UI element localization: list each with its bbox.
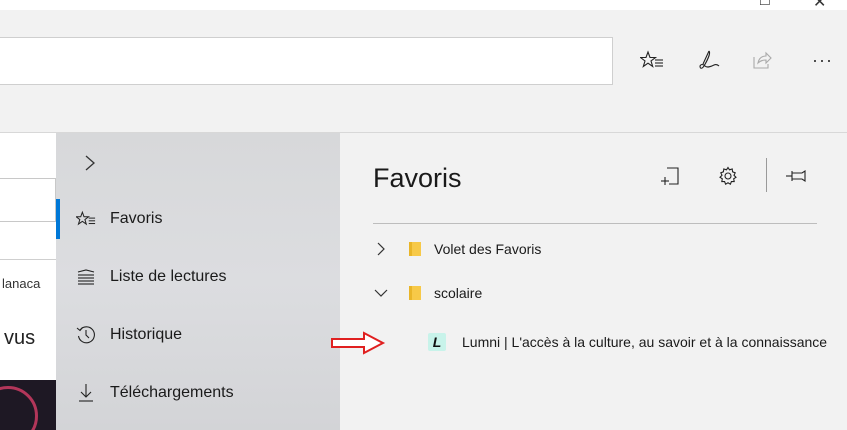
- settings-gear-icon[interactable]: [717, 165, 739, 187]
- folder-icon: [408, 241, 422, 257]
- title-bar: □ ✕: [0, 0, 847, 11]
- hub-item-label: Historique: [110, 326, 183, 343]
- reading-list-icon: [76, 267, 96, 287]
- web-page-background: lanaca vus: [0, 133, 56, 430]
- tree-item-label: Volet des Favoris: [434, 241, 542, 257]
- chevron-down-icon[interactable]: [374, 286, 388, 300]
- hub-item-reading-list[interactable]: Liste de lectures: [56, 252, 340, 302]
- favorites-star-icon[interactable]: [640, 46, 664, 74]
- history-icon: [76, 325, 96, 345]
- tree-item-label: scolaire: [434, 285, 483, 301]
- hub-item-telechargements[interactable]: Téléchargements: [56, 368, 340, 418]
- hub-item-historique[interactable]: Historique: [56, 310, 340, 360]
- lumni-favicon-icon: L: [428, 333, 446, 351]
- annotation-arrow-icon: [331, 331, 386, 355]
- tree-item-scolaire[interactable]: scolaire: [340, 278, 847, 308]
- download-icon: [76, 383, 96, 403]
- panel-divider: [373, 223, 817, 224]
- hub-item-label: Téléchargements: [110, 384, 234, 401]
- address-bar[interactable]: [0, 37, 613, 85]
- chevron-right-icon[interactable]: [374, 242, 388, 256]
- maximize-button[interactable]: □: [760, 0, 770, 10]
- page-text-fragment: lanaca: [2, 276, 41, 291]
- tree-item-volet-des-favoris[interactable]: Volet des Favoris: [340, 234, 847, 264]
- share-icon[interactable]: [752, 46, 772, 74]
- page-divider: [0, 259, 56, 260]
- favorite-link-label: Lumni | L'accès à la culture, au savoir …: [462, 334, 828, 350]
- favorites-star-icon: [76, 209, 96, 229]
- more-icon[interactable]: ···: [812, 46, 833, 74]
- panel-title: Favoris: [373, 163, 462, 193]
- page-heading-fragment: vus: [4, 327, 36, 349]
- open-folder-icon: [408, 285, 422, 301]
- favorite-link-lumni[interactable]: L Lumni | L'accès à la culture, au savoi…: [340, 327, 847, 357]
- expand-chevron-icon[interactable]: [82, 155, 98, 171]
- hub-item-label: Favoris: [110, 210, 163, 227]
- pen-icon[interactable]: [697, 46, 721, 74]
- hub-item-favoris[interactable]: Favoris: [56, 194, 340, 244]
- pin-icon[interactable]: [785, 165, 807, 187]
- page-search-field[interactable]: [0, 178, 56, 222]
- add-favorite-icon[interactable]: [659, 165, 681, 187]
- favorites-bar: [0, 94, 847, 133]
- toolbar-separator: [766, 158, 767, 192]
- page-image: [0, 380, 56, 430]
- hub-item-label: Liste de lectures: [110, 268, 227, 285]
- hub-navigation: Favoris Liste de lectures Historique Tél…: [56, 133, 340, 430]
- favorites-panel: Favoris Volet des Favoris scolaire L Lum…: [340, 133, 847, 430]
